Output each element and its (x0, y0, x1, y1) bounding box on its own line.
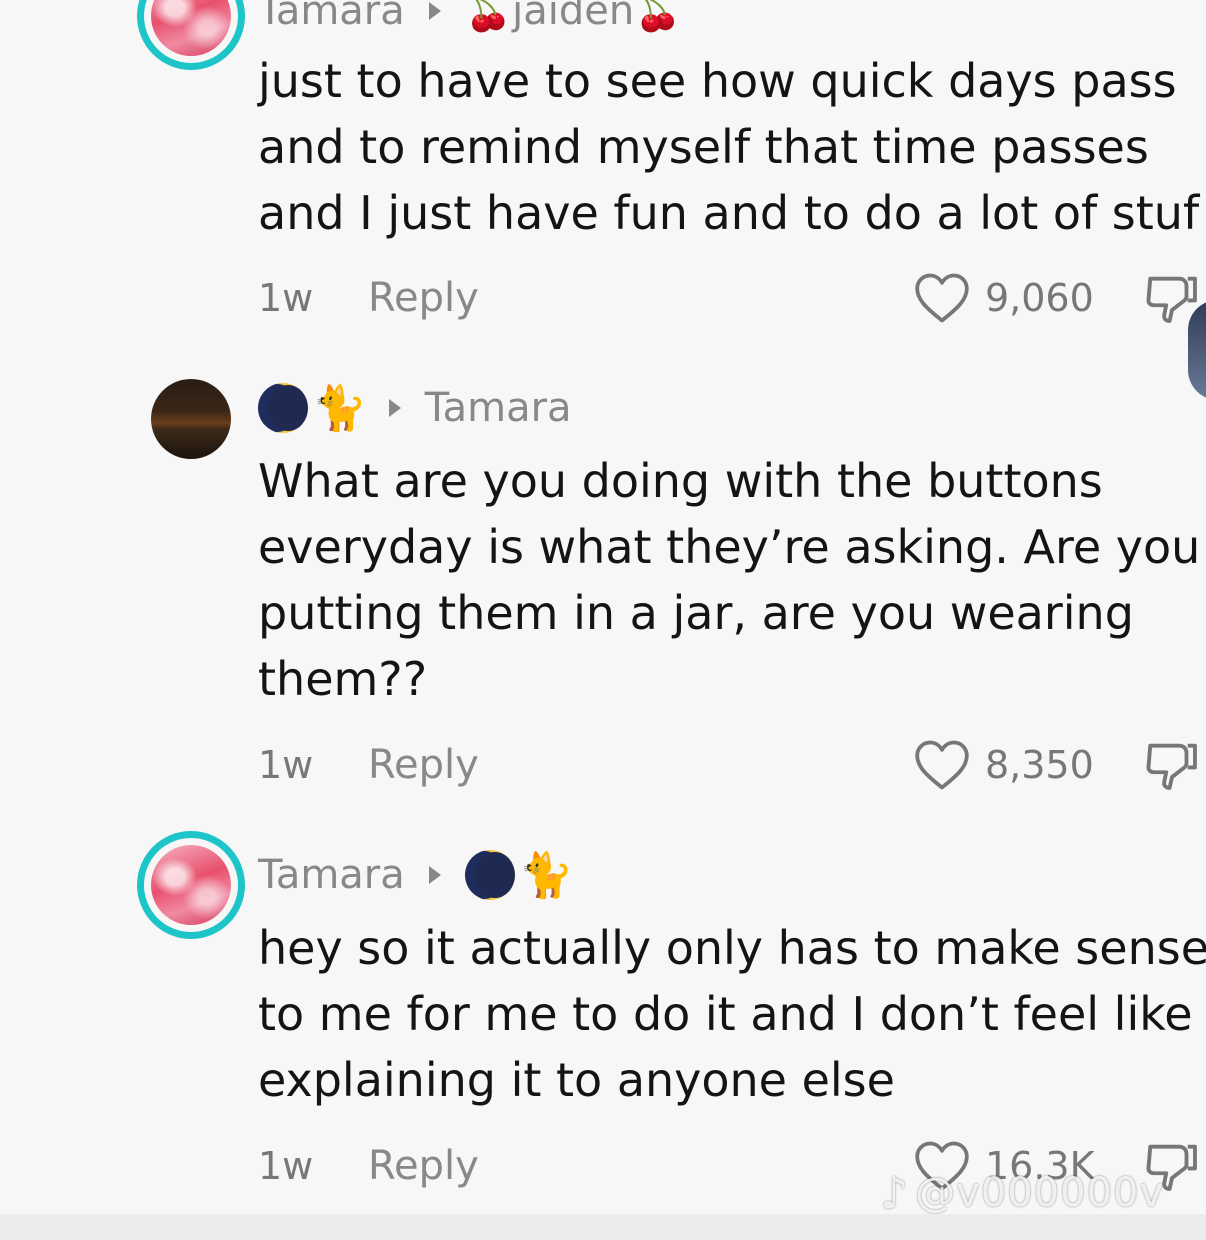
like-button[interactable]: 8,350 (913, 735, 1094, 795)
heart-outline-icon (915, 273, 969, 323)
caret-right-icon (388, 399, 401, 417)
cherry-icon: 🍒 (464, 0, 513, 33)
tiktok-watermark: ♪ @v000000v (880, 1165, 1164, 1221)
bottom-bar (0, 1214, 1206, 1240)
caret-right-icon (428, 2, 441, 20)
tiktok-logo-icon: ♪ (880, 1167, 910, 1219)
cherry-icon: 🍒 (634, 0, 682, 33)
like-button[interactable]: 9,060 (913, 268, 1094, 328)
dislike-button[interactable] (1143, 735, 1201, 795)
reply-to-name[interactable]: jaiden (512, 0, 634, 34)
reply-button[interactable]: Reply (368, 1136, 479, 1196)
comment-age: 1w (258, 1144, 314, 1188)
caret-right-icon (428, 866, 441, 884)
author-name[interactable]: Tamara (258, 852, 405, 898)
comment-text: hey so it actually only has to make sens… (258, 921, 1206, 1107)
moon-icon (258, 383, 308, 433)
heart-outline-icon (915, 740, 969, 790)
comments-screen: Tamara 🍒 jaiden 🍒 just to have to see ho… (0, 0, 1206, 1240)
like-count: 9,060 (985, 276, 1094, 320)
author-name[interactable]: Tamara (258, 0, 405, 34)
watermark-handle: @v000000v (915, 1170, 1165, 1216)
comment-text: just to have to see how quick days pass … (258, 54, 1200, 240)
comment-text: What are you doing with the buttons ever… (258, 454, 1201, 706)
comment-meta: 1w Reply 9,060 (258, 268, 1206, 328)
moon-icon (464, 850, 515, 900)
comment-header: 🐈 Tamara (258, 383, 572, 434)
reply-to-name[interactable]: Tamara (425, 385, 572, 431)
comment-meta: 1w Reply 8,350 (258, 735, 1206, 795)
comment-age: 1w (258, 276, 314, 320)
reply-button[interactable]: Reply (368, 268, 479, 328)
cat-icon: 🐈 (312, 383, 367, 434)
comment-header: Tamara 🍒 jaiden 🍒 (258, 0, 682, 36)
avatar[interactable] (151, 845, 231, 925)
cat-icon: 🐈 (518, 850, 574, 901)
avatar[interactable] (151, 379, 231, 459)
comment-age: 1w (258, 743, 314, 787)
like-count: 8,350 (985, 743, 1094, 787)
comment-header: Tamara 🐈 (258, 850, 574, 901)
dislike-icon (1146, 743, 1197, 790)
reply-button[interactable]: Reply (368, 735, 479, 795)
side-avatar-edge (1188, 300, 1206, 400)
